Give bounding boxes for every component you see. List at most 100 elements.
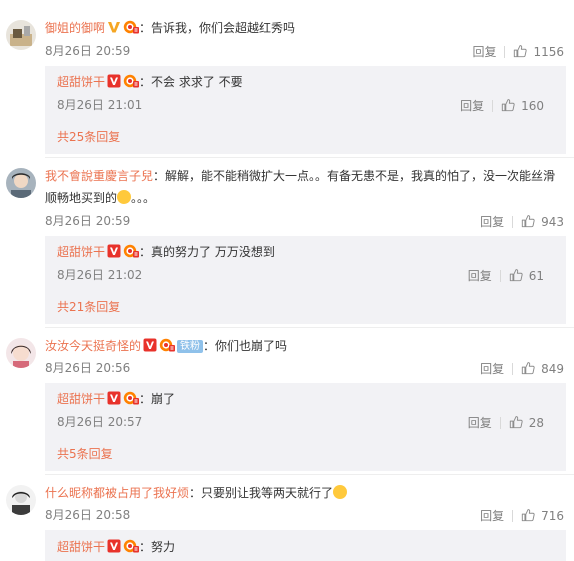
like-count: 943 [541, 215, 564, 229]
reply-button[interactable]: 回复 [480, 362, 504, 376]
laugh-cry-emoji-icon [333, 485, 348, 499]
avatar-image-icon [6, 485, 36, 515]
comment-line: 御姐的御啊 ：告诉我，你们会超越红秀吗 [45, 20, 295, 36]
separator: ： [139, 21, 152, 35]
verified-v-icon [107, 244, 121, 258]
divider [499, 270, 501, 282]
comment-actions: 回复 716 [480, 508, 564, 523]
member-level-icon [123, 244, 139, 258]
comment-time: 8月26日 20:59 [45, 214, 131, 228]
comment-actions: 回复 1156 [472, 44, 564, 59]
reply-username[interactable]: 超甜饼干 [57, 540, 105, 554]
reply-line: 超甜饼干 ：不会 求求了 不要 [57, 74, 243, 90]
reply-actions: 回复 160 [460, 98, 544, 113]
comment-line: 我不會說重慶言子兒：解解，能不能稍微扩大一点。。有备无患不是，我真的怕了，没一次… [45, 168, 555, 184]
like-count: 849 [541, 362, 564, 376]
like-count: 716 [541, 509, 564, 523]
avatar[interactable] [6, 338, 36, 368]
divider [504, 46, 506, 58]
divider [512, 363, 514, 375]
comment-actions: 回复 943 [480, 214, 564, 229]
avatar-image-icon [6, 20, 36, 50]
thumbs-up-icon[interactable] [509, 415, 523, 429]
reply-text: 崩了 [151, 392, 176, 406]
reply-button[interactable]: 回复 [472, 45, 496, 59]
verified-v-icon [143, 338, 157, 352]
like-count: 28 [528, 416, 544, 430]
comment-line-continued: 顺畅地买到的。。。 [45, 190, 155, 206]
like-count: 160 [521, 99, 544, 113]
avatar[interactable] [6, 168, 36, 198]
comment-time: 8月26日 20:56 [45, 361, 131, 375]
member-level-icon [123, 391, 139, 405]
verified-v-icon [107, 74, 121, 88]
thumbs-up-icon[interactable] [521, 508, 535, 522]
avatar-image-icon [6, 168, 36, 198]
reply-line: 超甜饼干 ：真的努力了 万万没想到 [57, 244, 275, 260]
member-level-icon [159, 338, 175, 352]
separator: ： [139, 75, 152, 89]
thumbs-up-icon[interactable] [521, 214, 535, 228]
comment-divider [45, 157, 574, 158]
iron-fan-badge: 铁粉 [177, 340, 204, 353]
divider [499, 417, 501, 429]
like-count: 1156 [533, 45, 564, 59]
thumbs-up-icon[interactable] [513, 44, 527, 58]
divider [512, 510, 514, 522]
comment-line: 汝汝今天挺奇怪的 铁粉 ：你们也崩了吗 [45, 338, 287, 354]
reply-username[interactable]: 超甜饼干 [57, 392, 105, 406]
more-replies-link[interactable]: 共21条回复 [57, 300, 120, 314]
reply-username[interactable]: 超甜饼干 [57, 75, 105, 89]
reply-button[interactable]: 回复 [480, 215, 504, 229]
reply-box: 超甜饼干 ：不会 求求了 不要 8月26日 21:01 回复 160 共25条回复 [45, 66, 566, 154]
comment-username[interactable]: 我不會說重慶言子兒 [45, 169, 153, 183]
reply-button[interactable]: 回复 [480, 509, 504, 523]
comment-time: 8月26日 20:59 [45, 44, 131, 58]
like-count: 61 [528, 269, 544, 283]
reply-line: 超甜饼干 ：崩了 [57, 391, 175, 407]
member-level-icon [123, 20, 139, 34]
comment-divider [45, 474, 574, 475]
separator: ： [139, 540, 152, 554]
reply-line: 超甜饼干 ：努力 [57, 539, 175, 555]
comment-username[interactable]: 什么昵称都被占用了我好烦 [45, 486, 189, 500]
separator: ： [139, 245, 152, 259]
reply-button[interactable]: 回复 [468, 269, 492, 283]
separator: ： [153, 169, 166, 183]
reply-text: 真的努力了 万万没想到 [151, 245, 275, 259]
comment-username[interactable]: 汝汝今天挺奇怪的 [45, 339, 141, 353]
laugh-cry-emoji-icon [117, 190, 132, 204]
more-replies-link[interactable]: 共25条回复 [57, 130, 120, 144]
avatar[interactable] [6, 20, 36, 50]
separator: ： [189, 486, 202, 500]
comment-username[interactable]: 御姐的御啊 [45, 21, 105, 35]
reply-time: 8月26日 20:57 [57, 415, 143, 429]
reply-box: 超甜饼干 ：努力 [45, 530, 566, 561]
member-level-icon [123, 74, 139, 88]
verified-v-icon [107, 20, 121, 34]
thumbs-up-icon[interactable] [521, 361, 535, 375]
comment-line: 什么昵称都被占用了我好烦：只要别让我等两天就行了 [45, 485, 348, 501]
divider [512, 216, 514, 228]
reply-time: 8月26日 21:01 [57, 98, 143, 112]
comment-text-tail: 。。。 [131, 191, 156, 205]
reply-button[interactable]: 回复 [468, 416, 492, 430]
more-replies-link[interactable]: 共5条回复 [57, 447, 113, 461]
separator: ： [203, 339, 216, 353]
avatar-image-icon [6, 338, 36, 368]
reply-username[interactable]: 超甜饼干 [57, 245, 105, 259]
divider [492, 100, 494, 112]
avatar[interactable] [6, 485, 36, 515]
reply-actions: 回复 28 [468, 415, 544, 430]
thumbs-up-icon[interactable] [509, 268, 523, 282]
verified-v-icon [107, 391, 121, 405]
thumbs-up-icon[interactable] [501, 98, 515, 112]
reply-button[interactable]: 回复 [460, 99, 484, 113]
verified-v-icon [107, 539, 121, 553]
separator: ： [139, 392, 152, 406]
reply-actions: 回复 61 [468, 268, 544, 283]
member-level-icon [123, 539, 139, 553]
reply-box: 超甜饼干 ：真的努力了 万万没想到 8月26日 21:02 回复 61 共21条回复 [45, 236, 566, 324]
comment-text-continued: 顺畅地买到的 [45, 191, 118, 205]
comment-text: 只要别让我等两天就行了 [201, 486, 334, 500]
